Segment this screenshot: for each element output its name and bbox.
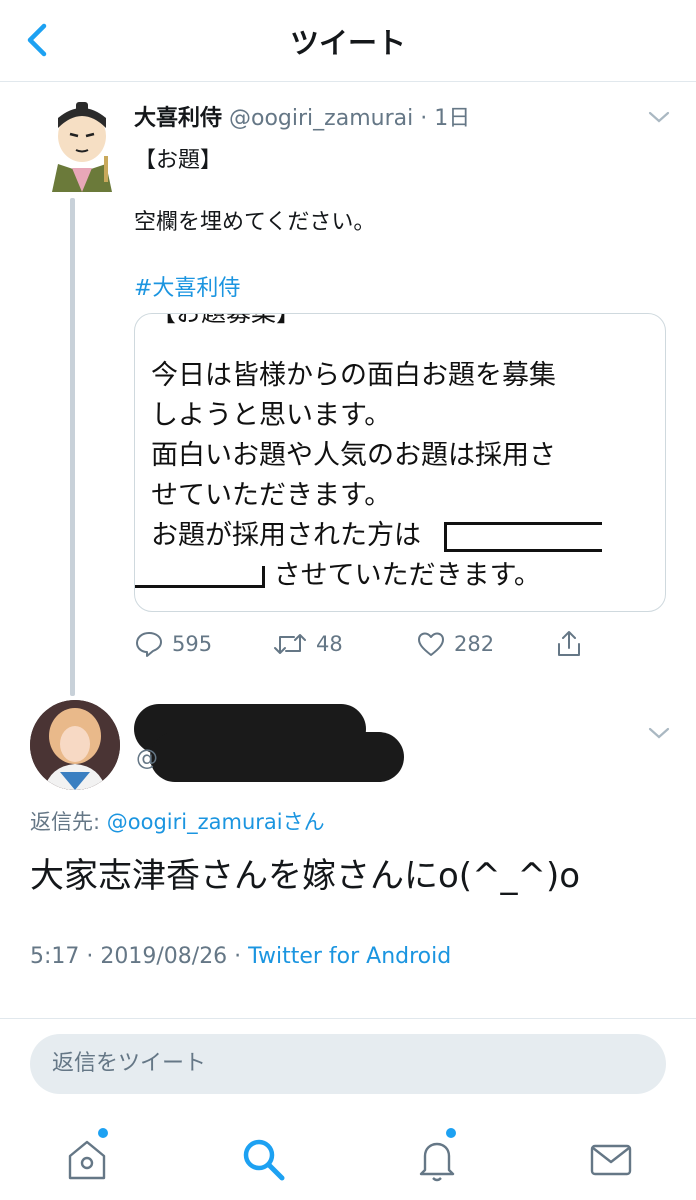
tweet-time: 1日: [434, 106, 471, 131]
image-line: せていただきます。: [151, 480, 392, 511]
user-avatar[interactable]: [30, 700, 120, 790]
divider: [0, 1018, 696, 1019]
blank-box: [443, 521, 602, 552]
like-count: 282: [454, 632, 495, 656]
client-source-link[interactable]: Twitter for Android: [248, 944, 451, 969]
thread-connector: [70, 198, 75, 696]
image-line: 面白いお題や人気のお題は採用さ: [151, 440, 556, 471]
notifications-icon[interactable]: [412, 1134, 462, 1184]
retweet-count: 48: [316, 632, 343, 656]
share-icon: [558, 631, 580, 656]
author-name[interactable]: 大喜利侍: [134, 106, 222, 131]
reply-to-line: 返信先: @oogiri_zamuraiさん: [30, 806, 325, 836]
tweet-timestamp: 5:17 · 2019/08/26 · Twitter for Android: [30, 944, 451, 969]
tweet-text-line1: 【お題】: [134, 148, 223, 173]
author-handle[interactable]: @oogiri_zamurai: [229, 106, 413, 131]
home-icon[interactable]: [62, 1134, 112, 1184]
messages-icon[interactable]: [586, 1134, 636, 1184]
share-action[interactable]: [554, 622, 584, 666]
tweet-image[interactable]: 【お題募集】 今日は皆様からの面白お題を募集 しようと思います。 面白いお題や人…: [134, 313, 666, 612]
image-heading: 【お題募集】: [151, 314, 665, 328]
user-photo: [30, 700, 120, 790]
reply-to-label: 返信先:: [30, 810, 107, 834]
quoted-tweet-header: 大喜利侍 @oogiri_zamurai · 1日: [134, 100, 470, 132]
image-line-with-blank: お題が採用された方は: [151, 516, 665, 556]
home-notification-dot: [98, 1128, 108, 1138]
image-line: させていただきます。: [273, 560, 541, 591]
chevron-down-icon[interactable]: [648, 110, 670, 124]
reply-input[interactable]: 返信をツイート: [30, 1034, 666, 1094]
image-line: 今日は皆様からの面白お題を募集: [151, 360, 556, 391]
hashtag-link[interactable]: #大喜利侍: [134, 270, 654, 302]
handle-prefix: @: [136, 746, 158, 771]
image-text: 【お題募集】 今日は皆様からの面白お題を募集 しようと思います。 面白いお題や人…: [135, 314, 665, 596]
retweet-icon: [274, 634, 306, 654]
timestamp-text: 5:17 · 2019/08/26 ·: [30, 944, 249, 969]
chevron-down-icon[interactable]: [648, 726, 670, 740]
reply-icon: [136, 632, 162, 657]
like-action[interactable]: 282: [416, 622, 494, 666]
top-bar: ツイート: [0, 0, 696, 82]
reply-to-handle[interactable]: @oogiri_zamuraiさん: [107, 810, 325, 834]
samurai-avatar[interactable]: [42, 96, 122, 192]
bottom-tab-bar: [0, 1120, 696, 1200]
image-line: お題が採用された方は: [151, 520, 421, 551]
blank-box: [135, 565, 265, 588]
search-icon[interactable]: [238, 1134, 288, 1184]
tweet-actions: 595 48 282: [134, 622, 614, 666]
notifications-dot: [446, 1128, 456, 1138]
retweet-action[interactable]: 48: [272, 622, 343, 666]
image-line-with-blank: させていただきます。: [135, 556, 665, 596]
reply-tweet-text: 大家志津香さんを嫁さんにo(^_^)o: [30, 856, 581, 896]
page-title: ツイート: [289, 26, 406, 60]
tweet-text-line2: 空欄を埋めてください。: [134, 210, 376, 235]
dot-separator: ·: [413, 106, 435, 131]
image-line: しようと思います。: [151, 400, 392, 431]
heart-icon: [418, 632, 444, 656]
reply-action[interactable]: 595: [134, 622, 212, 666]
redacted-handle: [150, 732, 404, 782]
reply-count: 595: [172, 632, 213, 656]
